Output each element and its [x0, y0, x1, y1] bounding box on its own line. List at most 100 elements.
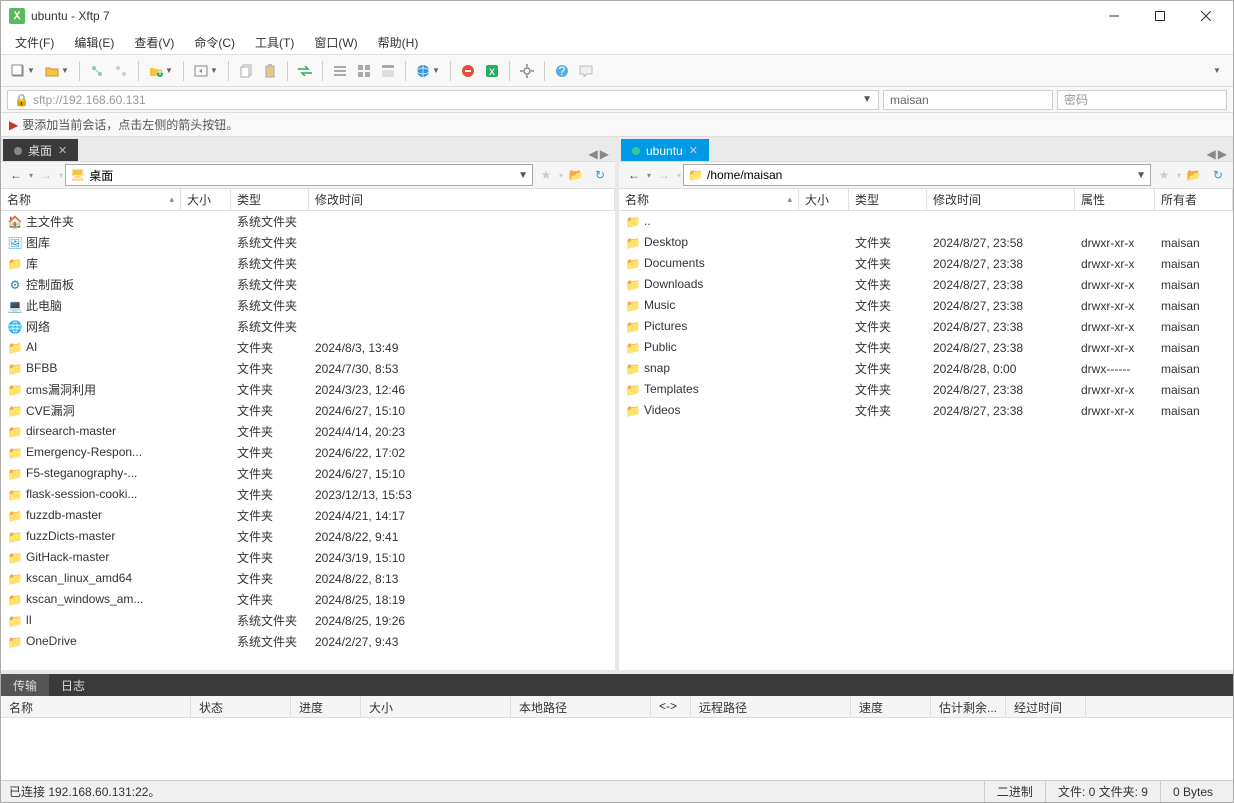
new-folder-button[interactable]: +▼: [145, 60, 177, 82]
remote-tab[interactable]: ubuntu ✕: [621, 139, 709, 161]
remote-back-button[interactable]: ←: [623, 164, 645, 186]
list-item[interactable]: ⚙控制面板系统文件夹: [1, 274, 615, 295]
new-session-button[interactable]: ▼: [7, 60, 39, 82]
list-item[interactable]: 📁kscan_linux_amd64文件夹2024/8/22, 8:13: [1, 568, 615, 589]
col-size[interactable]: 大小: [181, 189, 231, 210]
local-refresh-button[interactable]: ↻: [589, 164, 611, 186]
transfer-col[interactable]: 本地路径: [511, 696, 651, 717]
connect-button[interactable]: [86, 60, 108, 82]
list-item[interactable]: 🖼图库系统文件夹: [1, 232, 615, 253]
tab-transfer[interactable]: 传输: [1, 674, 49, 696]
transfer-col[interactable]: <->: [651, 696, 691, 717]
list-item[interactable]: 💻此电脑系统文件夹: [1, 295, 615, 316]
menu-3[interactable]: 命令(C): [184, 32, 245, 53]
list-item[interactable]: 📁Templates文件夹2024/8/27, 23:38drwxr-xr-xm…: [619, 379, 1233, 400]
list-item[interactable]: 📁Documents文件夹2024/8/27, 23:38drwxr-xr-xm…: [619, 253, 1233, 274]
path-dropdown-icon[interactable]: ▼: [1136, 170, 1146, 181]
menu-4[interactable]: 工具(T): [245, 32, 304, 53]
list-item[interactable]: 📁Emergency-Respon...文件夹2024/6/22, 17:02: [1, 442, 615, 463]
menu-0[interactable]: 文件(F): [5, 32, 64, 53]
menu-6[interactable]: 帮助(H): [368, 32, 429, 53]
local-up-button[interactable]: 📂: [565, 164, 587, 186]
list-item[interactable]: 📁fuzzDicts-master文件夹2024/8/22, 9:41: [1, 526, 615, 547]
list-item[interactable]: 📁kscan_windows_am...文件夹2024/8/25, 18:19: [1, 589, 615, 610]
transfer-col[interactable]: 名称: [1, 696, 191, 717]
language-button[interactable]: ▼: [412, 60, 444, 82]
list-item[interactable]: 📁lΙ系统文件夹2024/8/25, 19:26: [1, 610, 615, 631]
list-item[interactable]: 📁Public文件夹2024/8/27, 23:38drwxr-xr-xmais…: [619, 337, 1233, 358]
list-item[interactable]: 📁Desktop文件夹2024/8/27, 23:58drwxr-xr-xmai…: [619, 232, 1233, 253]
list-item[interactable]: 📁snap文件夹2024/8/28, 0:00drwx------maisan: [619, 358, 1233, 379]
list-item[interactable]: 📁AI文件夹2024/8/3, 13:49: [1, 337, 615, 358]
col-name[interactable]: 名称▴: [619, 189, 799, 210]
col-size[interactable]: 大小: [799, 189, 849, 210]
remote-bookmark-button[interactable]: ★: [1153, 164, 1175, 186]
col-attr[interactable]: 属性: [1075, 189, 1155, 210]
menu-1[interactable]: 编辑(E): [64, 32, 124, 53]
col-mod[interactable]: 修改时间: [927, 189, 1075, 210]
transfer-col[interactable]: 大小: [361, 696, 511, 717]
sync-button[interactable]: [294, 60, 316, 82]
remote-refresh-button[interactable]: ↻: [1207, 164, 1229, 186]
remote-up-button[interactable]: 📂: [1183, 164, 1205, 186]
username-input[interactable]: maisan: [883, 90, 1053, 110]
copy-button[interactable]: [235, 60, 257, 82]
menu-5[interactable]: 窗口(W): [304, 32, 367, 53]
transfer-col[interactable]: 进度: [291, 696, 361, 717]
col-type[interactable]: 类型: [231, 189, 309, 210]
list-item[interactable]: 📁flask-session-cooki...文件夹2023/12/13, 15…: [1, 484, 615, 505]
parent-dir[interactable]: 📁..: [619, 211, 1233, 232]
minimize-button[interactable]: [1091, 1, 1137, 31]
local-path-input[interactable]: 🖥 桌面 ▼: [65, 164, 533, 186]
list-item[interactable]: 📁Downloads文件夹2024/8/27, 23:38drwxr-xr-xm…: [619, 274, 1233, 295]
col-own[interactable]: 所有者: [1155, 189, 1233, 210]
transfer-button[interactable]: ▼: [190, 60, 222, 82]
list-item[interactable]: 📁OneDrive系统文件夹2024/2/27, 9:43: [1, 631, 615, 652]
local-tab-close-icon[interactable]: ✕: [58, 144, 67, 157]
list-item[interactable]: 📁Music文件夹2024/8/27, 23:38drwxr-xr-xmaisa…: [619, 295, 1233, 316]
disconnect-button[interactable]: [110, 60, 132, 82]
local-forward-button[interactable]: →: [35, 164, 57, 186]
tab-scroll-right-icon[interactable]: ▶: [1218, 147, 1227, 161]
address-dropdown-icon[interactable]: ▼: [862, 94, 872, 105]
transfer-col[interactable]: 状态: [191, 696, 291, 717]
about-button[interactable]: [575, 60, 597, 82]
xshell-button[interactable]: x: [481, 60, 503, 82]
path-dropdown-icon[interactable]: ▼: [518, 170, 528, 181]
local-bookmark-button[interactable]: ★: [535, 164, 557, 186]
open-session-button[interactable]: ▼: [41, 60, 73, 82]
transfer-col[interactable]: 速度: [851, 696, 931, 717]
list-item[interactable]: 🌐网络系统文件夹: [1, 316, 615, 337]
remote-tab-close-icon[interactable]: ✕: [689, 144, 698, 157]
view-tree-button[interactable]: [377, 60, 399, 82]
view-detail-button[interactable]: [353, 60, 375, 82]
help-button[interactable]: ?: [551, 60, 573, 82]
list-item[interactable]: 📁库系统文件夹: [1, 253, 615, 274]
local-file-list[interactable]: 名称▴ 大小 类型 修改时间 🏠主文件夹系统文件夹🖼图库系统文件夹📁库系统文件夹…: [1, 189, 615, 670]
close-button[interactable]: [1183, 1, 1229, 31]
address-input[interactable]: 🔒 sftp://192.168.60.131 ▼: [7, 90, 879, 110]
maximize-button[interactable]: [1137, 1, 1183, 31]
list-item[interactable]: 📁Videos文件夹2024/8/27, 23:38drwxr-xr-xmais…: [619, 400, 1233, 421]
list-item[interactable]: 🏠主文件夹系统文件夹: [1, 211, 615, 232]
toolbar-overflow-button[interactable]: ▼: [1205, 60, 1227, 82]
transfer-col[interactable]: 经过时间: [1006, 696, 1086, 717]
remote-file-list[interactable]: 名称▴ 大小 类型 修改时间 属性 所有者 📁..📁Desktop文件夹2024…: [619, 189, 1233, 670]
remote-path-input[interactable]: 📁 /home/maisan ▼: [683, 164, 1151, 186]
list-item[interactable]: 📁cms漏洞利用文件夹2024/3/23, 12:46: [1, 379, 615, 400]
tab-scroll-left-icon[interactable]: ◀: [589, 147, 598, 161]
list-item[interactable]: 📁CVE漏洞文件夹2024/6/27, 15:10: [1, 400, 615, 421]
list-item[interactable]: 📁fuzzdb-master文件夹2024/4/21, 14:17: [1, 505, 615, 526]
paste-button[interactable]: [259, 60, 281, 82]
transfer-col[interactable]: 估计剩余...: [931, 696, 1006, 717]
tab-log[interactable]: 日志: [49, 674, 97, 696]
menu-2[interactable]: 查看(V): [124, 32, 184, 53]
stop-button[interactable]: [457, 60, 479, 82]
options-button[interactable]: [516, 60, 538, 82]
local-tab[interactable]: 桌面 ✕: [3, 139, 78, 161]
list-item[interactable]: 📁dirsearch-master文件夹2024/4/14, 20:23: [1, 421, 615, 442]
tab-scroll-right-icon[interactable]: ▶: [600, 147, 609, 161]
tab-scroll-left-icon[interactable]: ◀: [1207, 147, 1216, 161]
transfer-col[interactable]: 远程路径: [691, 696, 851, 717]
col-mod[interactable]: 修改时间: [309, 189, 615, 210]
